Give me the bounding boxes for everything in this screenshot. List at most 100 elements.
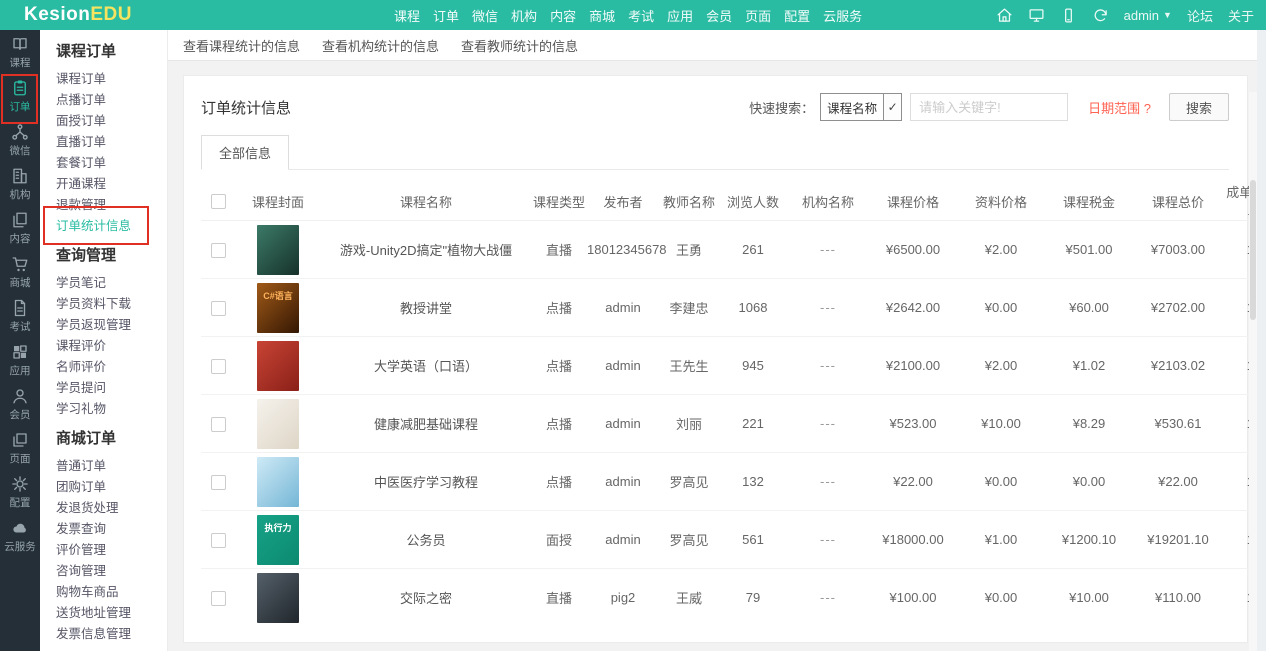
- menu-item-退款管理[interactable]: 退款管理: [56, 195, 167, 216]
- topnav-item-3[interactable]: 机构: [511, 6, 537, 25]
- select-all-checkbox[interactable]: [211, 194, 226, 209]
- rail-item-微信[interactable]: 微信: [0, 118, 40, 162]
- rail-item-label: 页面: [10, 451, 31, 466]
- menu-item-学员资料下载[interactable]: 学员资料下载: [56, 294, 167, 315]
- material-price: ¥0.00: [957, 453, 1045, 511]
- teacher-name: 李建忠: [659, 279, 719, 337]
- row-checkbox[interactable]: [211, 301, 226, 316]
- rail-item-商城[interactable]: 商城: [0, 250, 40, 294]
- breadcrumb-tab-1[interactable]: 查看机构统计的信息: [322, 36, 439, 55]
- menu-item-发退货处理[interactable]: 发退货处理: [56, 498, 167, 519]
- menu-item-发票查询[interactable]: 发票查询: [56, 519, 167, 540]
- row-checkbox[interactable]: [211, 533, 226, 548]
- row-checkbox[interactable]: [211, 243, 226, 258]
- menu-item-学员提问[interactable]: 学员提问: [56, 378, 167, 399]
- course-cover-image: C#语言: [257, 283, 299, 333]
- username: admin: [1124, 8, 1159, 23]
- row-select-cell: [201, 221, 235, 279]
- publisher: admin: [587, 453, 659, 511]
- menu-item-直播订单[interactable]: 直播订单: [56, 132, 167, 153]
- row-checkbox[interactable]: [211, 475, 226, 490]
- clipboard-icon: [11, 79, 29, 97]
- topnav-item-0[interactable]: 课程: [394, 6, 420, 25]
- tab-all-info[interactable]: 全部信息: [201, 135, 289, 170]
- menu-item-团购订单[interactable]: 团购订单: [56, 477, 167, 498]
- view-count: 79: [719, 569, 787, 627]
- menu-item-点播订单[interactable]: 点播订单: [56, 90, 167, 111]
- column-header-9: 课程税金: [1045, 182, 1133, 221]
- row-checkbox[interactable]: [211, 591, 226, 606]
- select-dropdown-icon: ✓: [883, 94, 901, 120]
- mobile-icon[interactable]: [1060, 7, 1077, 24]
- breadcrumb-tab-2[interactable]: 查看教师统计的信息: [461, 36, 578, 55]
- org-name: ---: [787, 337, 869, 395]
- menu-item-普通订单[interactable]: 普通订单: [56, 456, 167, 477]
- course-name: 公务员: [321, 511, 531, 569]
- menu-item-课程评价[interactable]: 课程评价: [56, 336, 167, 357]
- publisher: pig2: [587, 569, 659, 627]
- menu-item-订单统计信息[interactable]: 订单统计信息: [56, 216, 167, 237]
- rail-item-内容[interactable]: 内容: [0, 206, 40, 250]
- rail-item-机构[interactable]: 机构: [0, 162, 40, 206]
- rail-item-应用[interactable]: 应用: [0, 338, 40, 382]
- rail-item-页面[interactable]: 页面: [0, 426, 40, 470]
- keyword-input[interactable]: [910, 93, 1068, 121]
- column-header-5: 浏览人数: [719, 182, 787, 221]
- topnav-item-10[interactable]: 配置: [784, 6, 810, 25]
- topnav-item-6[interactable]: 考试: [628, 6, 654, 25]
- rail-item-label: 应用: [10, 363, 31, 378]
- topnav-item-2[interactable]: 微信: [472, 6, 498, 25]
- search-button[interactable]: 搜索: [1169, 93, 1229, 121]
- publisher: 18012345678: [587, 221, 659, 279]
- menu-item-咨询管理[interactable]: 咨询管理: [56, 561, 167, 582]
- rail-item-课程[interactable]: 课程: [0, 30, 40, 74]
- rail-item-配置[interactable]: 配置: [0, 470, 40, 514]
- teacher-name: 刘丽: [659, 395, 719, 453]
- rail-item-会员[interactable]: 会员: [0, 382, 40, 426]
- refresh-icon[interactable]: [1092, 7, 1109, 24]
- forum-link[interactable]: 论坛: [1187, 6, 1213, 25]
- row-checkbox[interactable]: [211, 359, 226, 374]
- menu-item-学员返现管理[interactable]: 学员返现管理: [56, 315, 167, 336]
- search-field-selected-value: 课程名称: [821, 98, 883, 117]
- menu-item-课程订单[interactable]: 课程订单: [56, 69, 167, 90]
- topnav-item-8[interactable]: 会员: [706, 6, 732, 25]
- about-link[interactable]: 关于: [1228, 6, 1254, 25]
- topnav-item-9[interactable]: 页面: [745, 6, 771, 25]
- vertical-scrollbar-thumb[interactable]: [1250, 180, 1256, 320]
- course-cover-image: [257, 457, 299, 507]
- menu-item-套餐订单[interactable]: 套餐订单: [56, 153, 167, 174]
- topnav-item-4[interactable]: 内容: [550, 6, 576, 25]
- course-type: 点播: [531, 337, 587, 395]
- menu-item-面授订单[interactable]: 面授订单: [56, 111, 167, 132]
- menu-item-购物车商品[interactable]: 购物车商品: [56, 582, 167, 603]
- topnav-item-7[interactable]: 应用: [667, 6, 693, 25]
- row-checkbox[interactable]: [211, 417, 226, 432]
- menu-item-送货地址管理[interactable]: 送货地址管理: [56, 603, 167, 624]
- menu-item-开通课程[interactable]: 开通课程: [56, 174, 167, 195]
- home-icon[interactable]: [996, 7, 1013, 24]
- rail-item-云服务[interactable]: 云服务: [0, 514, 40, 558]
- org-name: ---: [787, 221, 869, 279]
- topnav-item-5[interactable]: 商城: [589, 6, 615, 25]
- user-menu[interactable]: admin ▼: [1124, 8, 1172, 23]
- topnav-item-1[interactable]: 订单: [433, 6, 459, 25]
- rail-item-label: 课程: [10, 55, 31, 70]
- publisher: admin: [587, 337, 659, 395]
- publisher: admin: [587, 511, 659, 569]
- breadcrumb-tab-0[interactable]: 查看课程统计的信息: [183, 36, 300, 55]
- menu-item-学员笔记[interactable]: 学员笔记: [56, 273, 167, 294]
- vertical-scrollbar-track: [1249, 92, 1257, 651]
- topnav-item-11[interactable]: 云服务: [823, 6, 862, 25]
- menu-item-名师评价[interactable]: 名师评价: [56, 357, 167, 378]
- search-field-select[interactable]: 课程名称 ✓: [820, 93, 902, 121]
- date-range-link[interactable]: 日期范围 ?: [1088, 98, 1151, 117]
- building-icon: [11, 167, 29, 185]
- menu-item-发票信息管理[interactable]: 发票信息管理: [56, 624, 167, 645]
- menu-item-学习礼物[interactable]: 学习礼物: [56, 399, 167, 420]
- rail-item-考试[interactable]: 考试: [0, 294, 40, 338]
- menu-item-评价管理[interactable]: 评价管理: [56, 540, 167, 561]
- rail-item-订单[interactable]: 订单: [0, 74, 40, 118]
- table-row: 大学英语（口语）点播admin王先生945---¥2100.00¥2.00¥1.…: [201, 337, 1266, 395]
- monitor-icon[interactable]: [1028, 7, 1045, 24]
